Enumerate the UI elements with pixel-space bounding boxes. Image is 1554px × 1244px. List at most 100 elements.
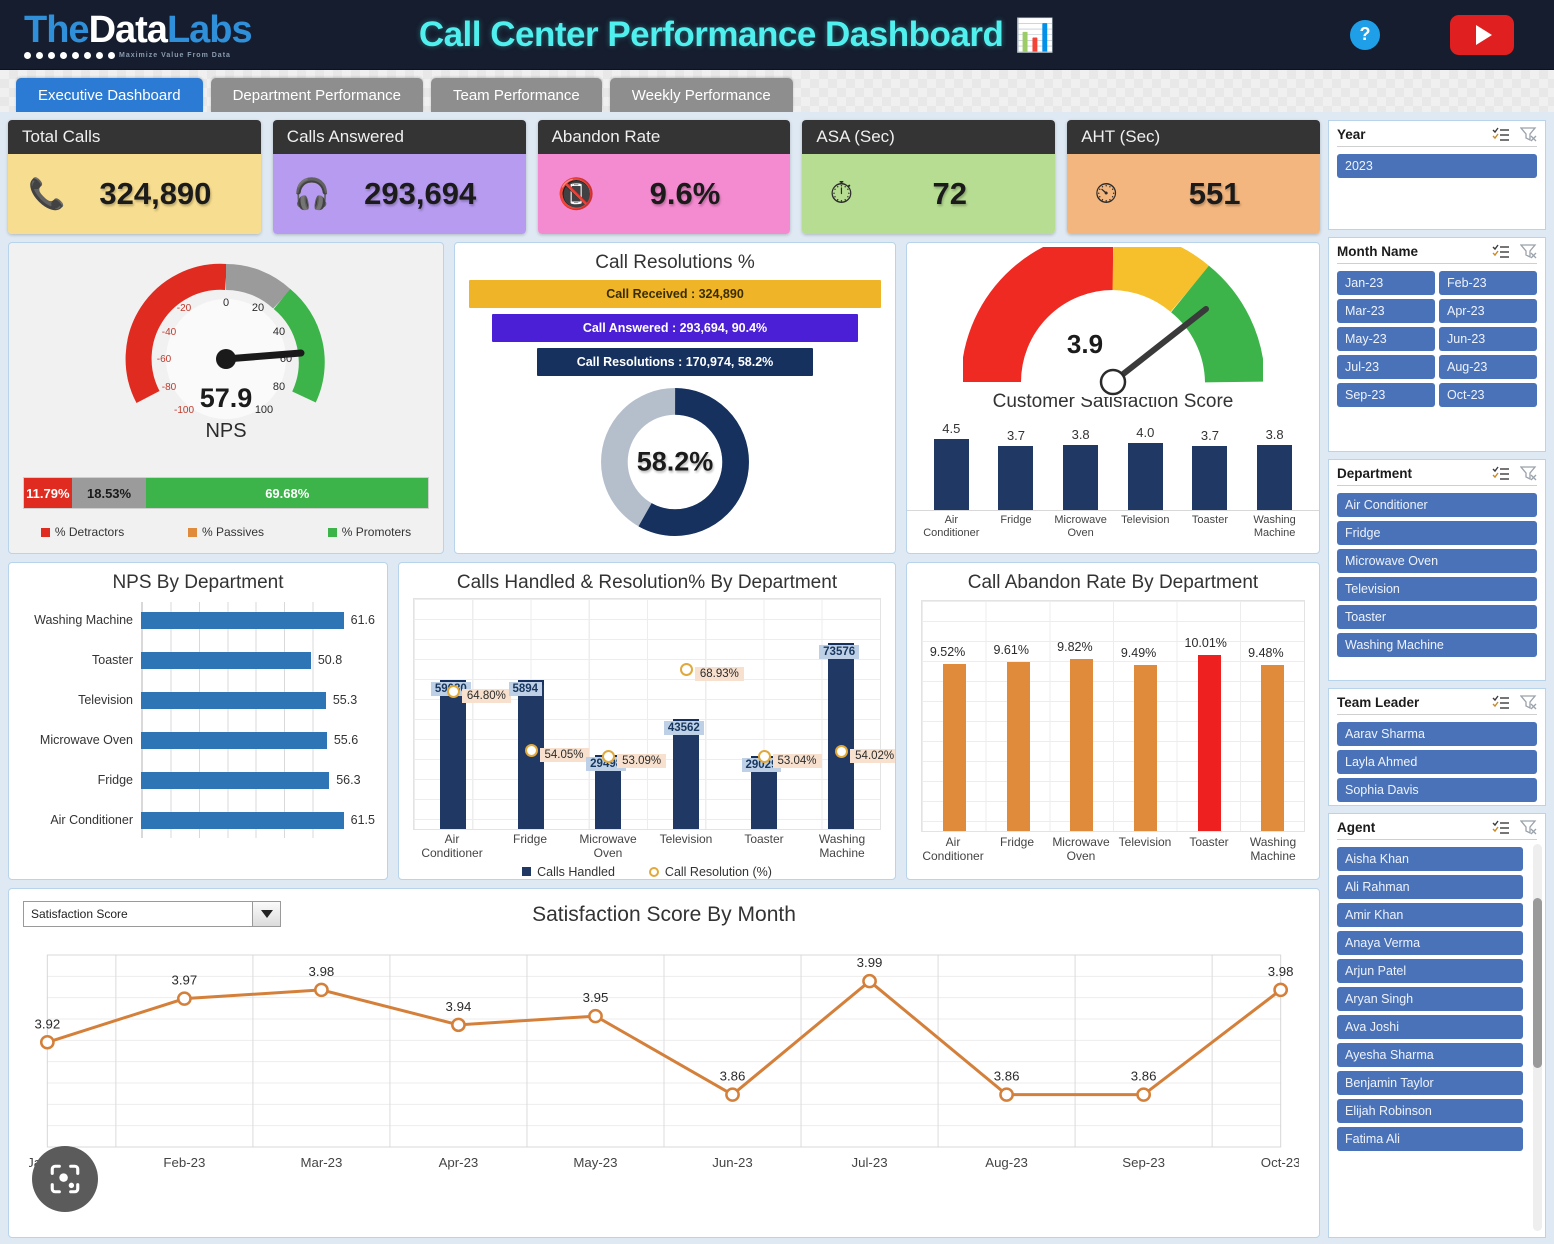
svg-text:-80: -80 [162, 382, 177, 393]
svg-text:80: 80 [273, 381, 285, 393]
slicer-chip-month[interactable]: May-23 [1337, 327, 1435, 351]
google-lens-button[interactable] [32, 1146, 98, 1212]
csat-bar-chart: 4.5 3.7 3.8 4.0 3.7 3.8 [907, 415, 1319, 511]
multi-select-icon[interactable] [1492, 127, 1510, 142]
tab-executive-dashboard[interactable]: Executive Dashboard [16, 78, 203, 112]
satisfaction-point-label: 3.98 [1268, 964, 1294, 979]
clear-filter-icon[interactable] [1520, 466, 1537, 481]
calls-handled-bar [672, 719, 699, 829]
satisfaction-x-label: Aug-23 [985, 1155, 1028, 1170]
multi-select-icon[interactable] [1492, 466, 1510, 481]
app-header: TheDataLabs Maximize Value From Data Cal… [0, 0, 1554, 70]
call-resolutions-title: Call Resolutions % [595, 252, 755, 273]
nps-segment-promoters: 69.68% [146, 478, 428, 508]
slicer-chip-team_leader[interactable]: Aarav Sharma [1337, 722, 1537, 746]
nps-dept-bar [141, 811, 344, 829]
clear-filter-icon[interactable] [1520, 127, 1537, 142]
kpi-value: 324,890 [99, 176, 212, 211]
clear-filter-icon[interactable] [1520, 244, 1537, 259]
calls-handled-x-label: Air Conditioner [421, 832, 483, 860]
slicer-chip-agent[interactable]: Ava Joshi [1337, 1015, 1523, 1039]
nps-dept-label: Microwave Oven [39, 733, 133, 747]
slicer-chip-month[interactable]: Sep-23 [1337, 383, 1435, 407]
slicer-chip-department[interactable]: Toaster [1337, 605, 1537, 629]
slicer-chip-team_leader[interactable]: Sophia Davis [1337, 778, 1537, 802]
call-resolution-label: 54.05% [539, 748, 589, 763]
nps-gauge-card: -20 -40 -60 -80 -100 0 20 40 60 80 100 5… [8, 242, 444, 554]
legend-call-resolution: Call Resolution (%) [648, 865, 772, 879]
tab-department-performance[interactable]: Department Performance [210, 78, 423, 112]
slicer-chip-month[interactable]: Jul-23 [1337, 355, 1435, 379]
satisfaction-x-label: Apr-23 [439, 1155, 479, 1170]
chevron-down-icon[interactable] [252, 902, 280, 926]
multi-select-icon[interactable] [1492, 244, 1510, 259]
slicer-chip-agent[interactable]: Benjamin Taylor [1337, 1071, 1523, 1095]
nps-dept-bar [141, 651, 311, 669]
measure-select[interactable]: Satisfaction Score [23, 901, 281, 927]
nps-by-department-card: NPS By Department Washing Machine 61.6 Toa… [8, 562, 388, 880]
slicer-chip-department[interactable]: Fridge [1337, 521, 1537, 545]
satisfaction-point-label: 3.86 [720, 1069, 746, 1084]
slicer-chip-department[interactable]: Air Conditioner [1337, 493, 1537, 517]
clear-filter-icon[interactable] [1520, 820, 1537, 835]
slicer-chip-department[interactable]: Television [1337, 577, 1537, 601]
calls-handled-bar-label: 43562 [663, 721, 704, 736]
tab-weekly-performance[interactable]: Weekly Performance [609, 78, 793, 112]
clear-filter-icon[interactable] [1520, 695, 1537, 710]
slicer-chip-month[interactable]: Aug-23 [1439, 355, 1537, 379]
csat-bar [1257, 445, 1293, 510]
slicer-chip-agent[interactable]: Ayesha Sharma [1337, 1043, 1523, 1067]
funnel-step-resolutions: Call Resolutions : 170,974, 58.2% [536, 348, 814, 376]
slicer-team-leader: Team Leader Aarav Sharma Layla Ahmed Sop… [1328, 688, 1546, 806]
agent-scrollbar[interactable] [1533, 844, 1542, 1231]
slicer-chip-agent[interactable]: Amir Khan [1337, 903, 1523, 927]
abandon-rate-x-label: Washing Machine [1249, 835, 1297, 863]
slicer-chip-team_leader[interactable]: Layla Ahmed [1337, 750, 1537, 774]
satisfaction-point-label: 3.92 [34, 1016, 60, 1031]
slicer-chip-department[interactable]: Microwave Oven [1337, 549, 1537, 573]
slicer-title: Team Leader [1337, 695, 1420, 710]
slicer-chip-agent[interactable]: Arjun Patel [1337, 959, 1523, 983]
kpi-card-aht: AHT (Sec) ⏲ 551 [1067, 120, 1320, 234]
help-button[interactable]: ? [1350, 19, 1380, 50]
nps-dept-row: Toaster 50.8 [21, 640, 375, 680]
satisfaction-x-label: Jun-23 [712, 1155, 752, 1170]
nps-dept-track: 55.6 [141, 720, 375, 760]
nps-segment-bar: 11.79% 18.53% 69.68% [23, 477, 429, 509]
tab-team-performance[interactable]: Team Performance [431, 78, 602, 112]
nps-dept-label: Washing Machine [34, 613, 133, 627]
legend-swatch-icon [327, 527, 337, 537]
multi-select-icon[interactable] [1492, 695, 1510, 710]
slicer-chip-agent[interactable]: Aryan Singh [1337, 987, 1523, 1011]
slicer-chip-agent[interactable]: Elijah Robinson [1337, 1099, 1523, 1123]
csat-bar-value: 3.7 [1006, 427, 1026, 443]
csat-x-axis: Air Conditioner Fridge Microwave Oven Telev… [907, 511, 1319, 542]
nps-dept-value: 55.3 [332, 693, 358, 707]
kpi-title: AHT (Sec) [1067, 120, 1320, 154]
youtube-button[interactable] [1450, 14, 1514, 55]
slicer-chip-month[interactable]: Jun-23 [1439, 327, 1537, 351]
abandon-rate-bar [942, 663, 966, 831]
slicer-chip-year[interactable]: 2023 [1337, 154, 1537, 178]
slicer-chip-month[interactable]: Apr-23 [1439, 299, 1537, 323]
funnel-step-received: Call Received : 324,890 [469, 280, 881, 308]
low-row: NPS By Department Washing Machine 61.6 Toa… [8, 562, 1320, 880]
slicer-chip-agent[interactable]: Anaya Verma [1337, 931, 1523, 955]
nps-dept-bar [141, 611, 344, 629]
multi-select-icon[interactable] [1492, 820, 1510, 835]
csat-x-label: Washing Machine [1253, 514, 1296, 539]
csat-bar [998, 445, 1034, 510]
slicer-chip-department[interactable]: Washing Machine [1337, 633, 1537, 657]
slicer-chip-month[interactable]: Jan-23 [1337, 271, 1435, 295]
slicer-chip-agent[interactable]: Fatima Ali [1337, 1127, 1523, 1151]
slicer-chip-month[interactable]: Feb-23 [1439, 271, 1537, 295]
slicer-chip-agent[interactable]: Ali Rahman [1337, 875, 1523, 899]
slicer-chip-month[interactable]: Mar-23 [1337, 299, 1435, 323]
dashboard-main: Total Calls 📞 324,890 Calls Answered 🎧 2… [8, 120, 1320, 1238]
call-resolutions-card: Call Resolutions % Call Received : 324,8… [454, 242, 896, 554]
slicer-chip-agent[interactable]: Aisha Khan [1337, 847, 1523, 871]
slicer-chip-month[interactable]: Oct-23 [1439, 383, 1537, 407]
slicer-agent-chips: Aisha Khan Ali Rahman Amir Khan Anaya Verma… [1337, 847, 1537, 1151]
brand-logo: TheDataLabs Maximize Value From Data [24, 11, 253, 59]
kpi-row: Total Calls 📞 324,890 Calls Answered 🎧 2… [8, 120, 1320, 234]
